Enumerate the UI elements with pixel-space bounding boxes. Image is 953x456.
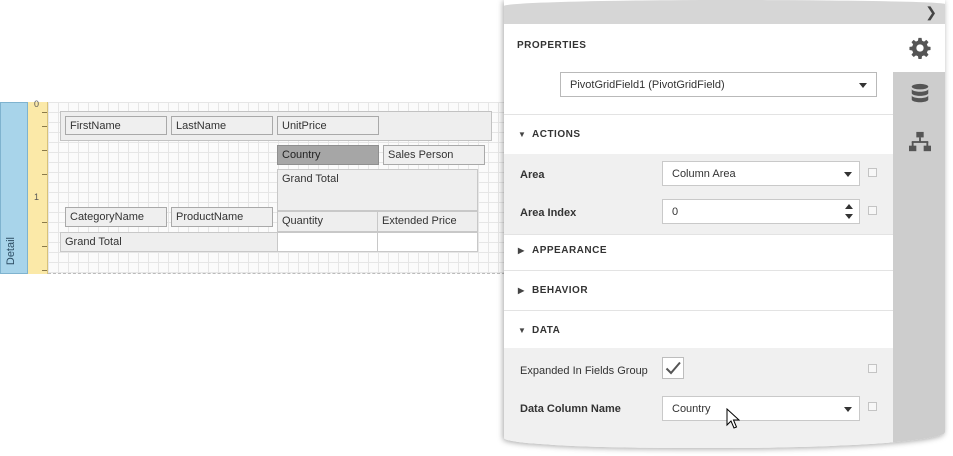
divider: [504, 114, 893, 115]
row-grand-total[interactable]: Grand Total: [60, 232, 278, 252]
section-appearance[interactable]: ▶ APPEARANCE: [518, 245, 607, 256]
vertical-ruler: 0 1: [28, 99, 48, 274]
tab-properties[interactable]: [893, 24, 945, 72]
area-index-spinner[interactable]: 0: [662, 199, 860, 224]
gear-icon: [909, 37, 931, 59]
data-column-name-value: Country: [672, 403, 711, 415]
divider: [504, 234, 893, 235]
object-selector[interactable]: PivotGridField1 (PivotGridField): [560, 72, 877, 97]
section-actions[interactable]: ▼ ACTIONS: [518, 129, 581, 140]
panel-title: PROPERTIES: [517, 40, 587, 51]
mouse-pointer-icon: [726, 408, 740, 429]
divider: [504, 310, 893, 311]
data-header-quantity[interactable]: Quantity: [277, 211, 378, 232]
chevron-right-icon[interactable]: ❯: [925, 4, 937, 21]
area-reset-toggle[interactable]: [868, 168, 877, 177]
section-collapsed-icon: ▶: [518, 246, 525, 255]
ruler-mark-0: 0: [33, 99, 39, 109]
area-value: Column Area: [672, 168, 736, 180]
field-sales-person[interactable]: Sales Person: [383, 145, 485, 165]
panel-side-tabs: [893, 24, 945, 448]
area-index-value: 0: [672, 206, 679, 218]
field-product-name[interactable]: ProductName: [171, 207, 273, 227]
data-column-name-label: Data Column Name: [520, 403, 621, 415]
expanded-in-fields-group-label: Expanded In Fields Group: [520, 365, 648, 377]
section-collapsed-icon: ▶: [518, 286, 525, 295]
column-grand-total[interactable]: Grand Total: [277, 169, 478, 211]
data-column-name-dropdown[interactable]: Country: [662, 396, 860, 421]
database-icon: [911, 83, 929, 103]
detail-band-tab[interactable]: Detail: [0, 102, 28, 274]
section-data[interactable]: ▼ DATA: [518, 325, 560, 336]
report-explorer-icon: [909, 131, 931, 152]
area-label: Area: [520, 169, 545, 181]
data-header-extended-price[interactable]: Extended Price: [377, 211, 478, 232]
area-dropdown[interactable]: Column Area: [662, 161, 860, 186]
band-label: Detail: [5, 236, 17, 265]
expanded-in-fields-group-checkbox[interactable]: [662, 357, 684, 379]
grand-total-quantity-cell[interactable]: [277, 232, 378, 252]
chevron-down-icon: [859, 83, 867, 88]
section-expanded-icon: ▼: [518, 326, 527, 335]
section-behavior[interactable]: ▶ BEHAVIOR: [518, 285, 588, 296]
area-index-reset-toggle[interactable]: [868, 206, 877, 215]
expanded-reset-toggle[interactable]: [868, 364, 877, 373]
selected-object-label: PivotGridField1 (PivotGridField): [570, 79, 725, 91]
checkmark-icon: [665, 361, 681, 375]
grand-total-extended-price-cell[interactable]: [377, 232, 478, 252]
area-index-label: Area Index: [520, 207, 577, 219]
chevron-down-icon: [844, 407, 852, 412]
field-unit-price[interactable]: UnitPrice: [277, 116, 379, 135]
section-expanded-icon: ▼: [518, 130, 527, 139]
field-category-name[interactable]: CategoryName: [65, 207, 167, 227]
ruler-mark-1: 1: [33, 192, 39, 202]
band-bottom-border: [48, 273, 505, 274]
data-column-name-reset-toggle[interactable]: [868, 402, 877, 411]
panel-header-bar: ❯: [504, 0, 945, 24]
spin-down-icon[interactable]: [845, 214, 853, 219]
divider: [504, 270, 893, 271]
properties-panel: ❯ PROPERTIES PivotGridField1 (PivotGridF…: [504, 0, 945, 448]
spin-up-icon[interactable]: [845, 204, 853, 209]
field-last-name[interactable]: LastName: [171, 116, 273, 135]
chevron-down-icon: [844, 172, 852, 177]
field-country-selected[interactable]: Country: [277, 145, 379, 165]
field-first-name[interactable]: FirstName: [65, 116, 167, 135]
